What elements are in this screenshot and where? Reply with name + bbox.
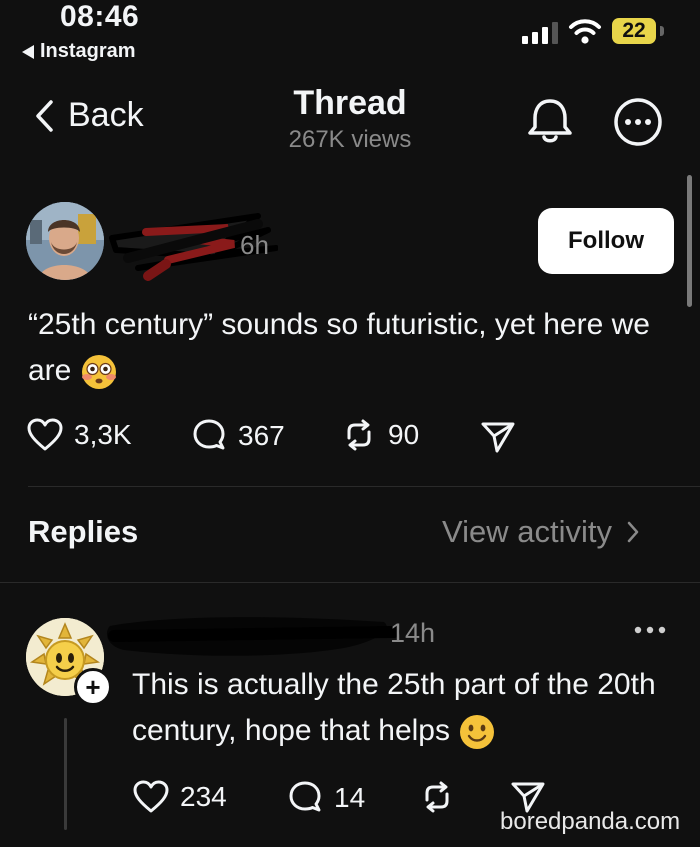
thread-line — [64, 718, 67, 830]
redacted-reply-username — [106, 617, 400, 656]
cellular-signal-icon — [522, 20, 558, 44]
back-app-label: Instagram — [40, 40, 136, 62]
more-options-icon[interactable] — [632, 620, 668, 640]
comment-bubble-icon — [289, 781, 321, 812]
slightly-smiling-face-emoji-icon — [460, 715, 495, 750]
flushed-face-emoji-icon — [81, 355, 116, 390]
view-count: 267K views — [288, 126, 412, 153]
battery-indicator: 22 — [612, 18, 656, 44]
more-options-icon[interactable] — [612, 96, 664, 148]
comment-bubble-icon — [193, 419, 225, 450]
repost-count: 90 — [388, 419, 420, 450]
bell-icon[interactable] — [524, 96, 576, 146]
reply-time: 14h — [390, 618, 436, 648]
replies-heading: Replies — [28, 514, 139, 549]
heart-icon — [27, 418, 63, 451]
divider — [0, 582, 700, 583]
chevron-right-icon — [627, 521, 639, 543]
back-triangle-icon — [22, 44, 34, 59]
reply-body: This is actually the 25th part of the 20… — [132, 668, 656, 747]
view-activity-link[interactable]: View activity — [442, 514, 640, 550]
comment-count: 367 — [238, 420, 285, 451]
reply-comment-count: 14 — [334, 782, 366, 813]
follow-plus-icon[interactable]: + — [74, 668, 112, 706]
like-action[interactable]: 3,3K — [26, 418, 132, 452]
watermark: boredpanda.com — [500, 808, 681, 835]
follow-button[interactable]: Follow — [538, 208, 674, 274]
comment-action[interactable]: 367 — [190, 418, 285, 454]
reply-comment-action[interactable]: 14 — [286, 780, 365, 816]
status-time: 08:46 — [60, 0, 140, 33]
scrollbar[interactable] — [687, 175, 692, 307]
repost-action[interactable]: 90 — [340, 418, 419, 452]
repost-icon — [347, 419, 371, 451]
divider — [28, 486, 700, 487]
like-count: 3,3K — [74, 419, 132, 450]
post-body: “25th century” sounds so futuristic, yet… — [28, 308, 650, 387]
post-text: “25th century” sounds so futuristic, yet… — [28, 302, 668, 394]
reply-like-action[interactable]: 234 — [132, 780, 227, 814]
reply-like-count: 234 — [180, 781, 227, 812]
battery-nub — [660, 26, 664, 36]
post-time-fragment: 6h — [240, 230, 269, 260]
reply-text: This is actually the 25th part of the 20… — [132, 662, 672, 754]
view-activity-label: View activity — [442, 514, 612, 549]
redacted-username: 6h — [109, 213, 278, 281]
page-title: Thread — [293, 84, 407, 122]
repost-icon[interactable] — [418, 780, 456, 814]
author-avatar[interactable] — [26, 202, 104, 280]
back-to-app-link[interactable]: Instagram — [22, 40, 136, 63]
wifi-icon — [569, 19, 601, 44]
share-icon[interactable] — [480, 420, 516, 454]
heart-icon — [133, 780, 169, 813]
